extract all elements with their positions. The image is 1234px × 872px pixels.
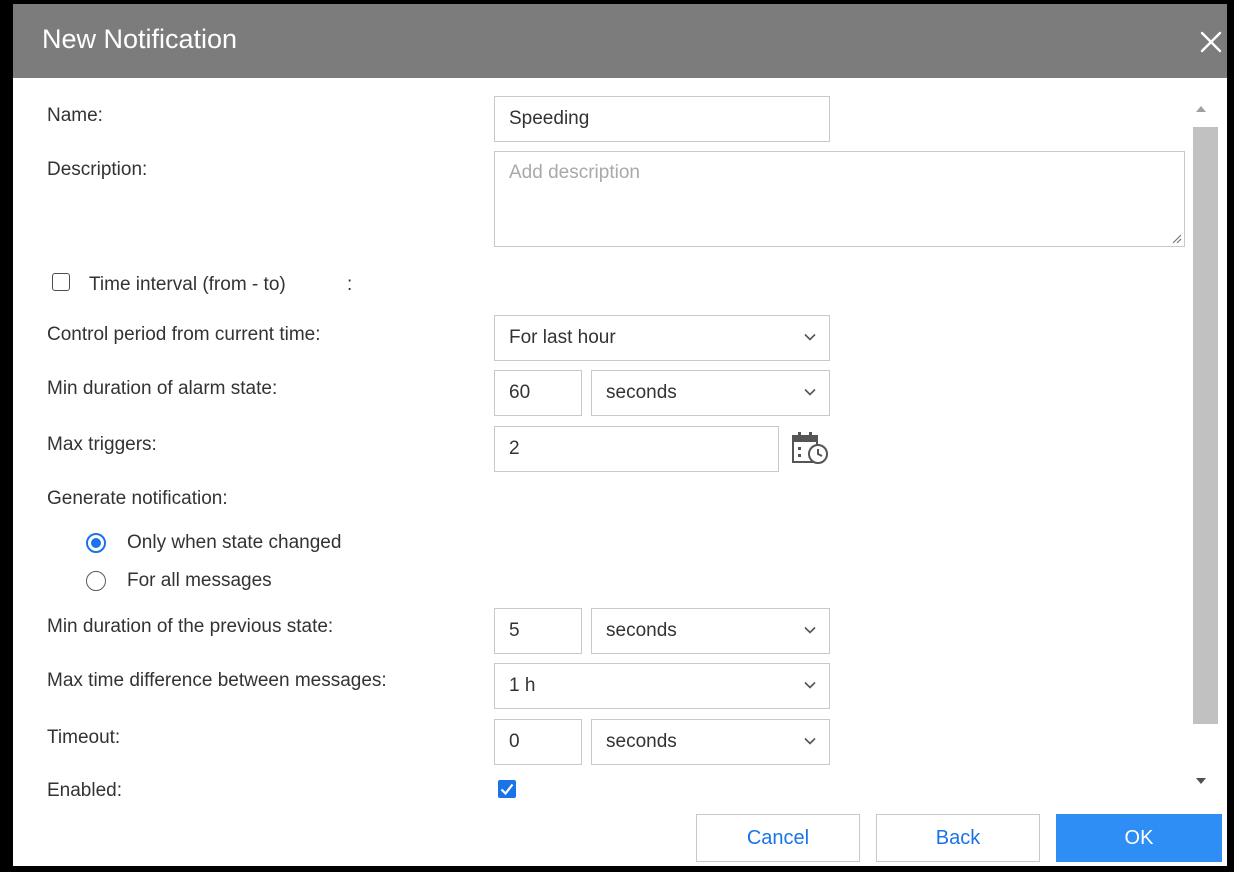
control-period-label: Control period from current time:	[47, 324, 321, 345]
ok-button[interactable]: OK	[1056, 814, 1222, 862]
chevron-down-icon	[804, 388, 816, 396]
time-interval-colon: :	[347, 274, 353, 295]
only-state-changed-radio[interactable]	[86, 533, 106, 553]
window-edge-bottom	[0, 866, 1234, 872]
min-prev-duration-unit: seconds	[606, 620, 677, 641]
dialog-titlebar: New Notification	[13, 4, 1227, 78]
description-textarea[interactable]: Add description	[494, 151, 1185, 247]
min-alarm-duration-label: Min duration of alarm state:	[47, 378, 278, 399]
max-triggers-value: 2	[509, 438, 520, 459]
generate-notification-label: Generate notification:	[47, 488, 228, 509]
scroll-down-arrow-icon[interactable]	[1193, 774, 1209, 788]
enabled-checkbox[interactable]	[498, 780, 516, 798]
name-input-value: Speeding	[509, 108, 590, 129]
close-icon[interactable]	[1196, 27, 1226, 57]
new-notification-dialog: New Notification Name: Speeding Descript…	[13, 4, 1227, 866]
only-state-changed-label: Only when state changed	[127, 532, 342, 553]
control-period-value: For last hour	[509, 327, 616, 348]
chevron-down-icon	[804, 737, 816, 745]
resize-grip-icon[interactable]	[1170, 232, 1182, 244]
description-label: Description:	[47, 159, 148, 180]
check-icon	[500, 783, 514, 796]
all-messages-radio[interactable]	[86, 571, 106, 591]
chevron-down-icon	[804, 681, 816, 689]
scrollbar-thumb[interactable]	[1193, 127, 1218, 724]
time-interval-label: Time interval (from - to)	[89, 274, 286, 295]
min-prev-duration-value: 5	[509, 620, 520, 641]
description-placeholder: Add description	[509, 162, 640, 183]
max-triggers-label: Max triggers:	[47, 434, 157, 455]
all-messages-label: For all messages	[127, 570, 272, 591]
window-edge-right	[1227, 0, 1234, 872]
min-alarm-duration-unit: seconds	[606, 382, 677, 403]
max-triggers-input[interactable]: 2	[494, 426, 779, 472]
min-prev-duration-label: Min duration of the previous state:	[47, 616, 334, 637]
scroll-up-arrow-icon[interactable]	[1193, 102, 1209, 116]
timeout-value: 0	[509, 731, 520, 752]
min-alarm-duration-value: 60	[509, 382, 531, 403]
timeout-label: Timeout:	[47, 727, 121, 748]
time-interval-checkbox[interactable]	[52, 273, 70, 291]
calendar-clock-icon[interactable]	[791, 430, 831, 466]
timeout-unit: seconds	[606, 731, 677, 752]
window-edge-left	[0, 0, 13, 872]
radio-selected-dot	[91, 538, 101, 548]
min-alarm-duration-input[interactable]: 60	[494, 370, 582, 416]
enabled-label: Enabled:	[47, 780, 123, 801]
back-button[interactable]: Back	[876, 814, 1040, 862]
chevron-down-icon	[804, 626, 816, 634]
max-time-diff-label: Max time difference between messages:	[47, 670, 387, 691]
min-prev-duration-unit-select[interactable]: seconds	[591, 608, 830, 654]
name-label: Name:	[47, 105, 103, 126]
max-time-diff-select[interactable]: 1 h	[494, 663, 830, 709]
min-prev-duration-input[interactable]: 5	[494, 608, 582, 654]
max-time-diff-value: 1 h	[509, 675, 536, 696]
cancel-button[interactable]: Cancel	[696, 814, 860, 862]
name-input[interactable]: Speeding	[494, 96, 830, 142]
dialog-title: New Notification	[42, 24, 238, 54]
timeout-input[interactable]: 0	[494, 719, 582, 765]
timeout-unit-select[interactable]: seconds	[591, 719, 830, 765]
control-period-select[interactable]: For last hour	[494, 315, 830, 361]
chevron-down-icon	[804, 333, 816, 341]
min-alarm-duration-unit-select[interactable]: seconds	[591, 370, 830, 416]
